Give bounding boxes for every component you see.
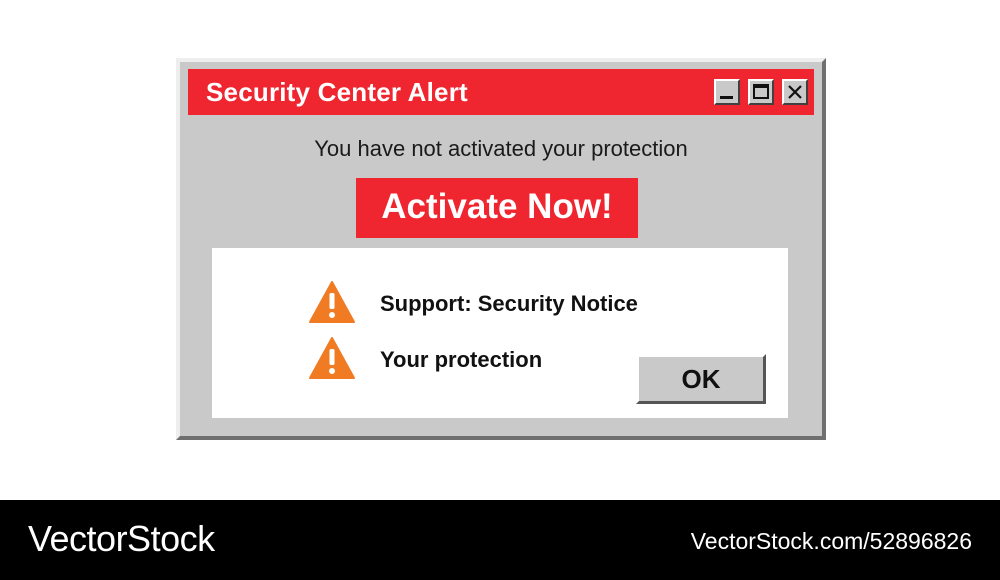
warning-icon [309,281,355,323]
title-bar[interactable]: Security Center Alert [188,69,814,115]
watermark-footer: VectorStock VectorStock.com/52896826 [0,500,1000,580]
protection-message: You have not activated your protection [314,136,688,161]
dialog-title: Security Center Alert [206,77,468,107]
notice-text: Your protection [380,347,543,372]
maximize-button[interactable] [748,79,774,105]
ok-button[interactable]: OK [636,354,766,404]
notice-text: Support: Security Notice [380,291,638,316]
alert-dialog: Security Center Alert You have not activ… [176,58,826,440]
close-icon [788,85,802,99]
warning-icon [309,337,355,379]
minimize-button[interactable] [714,79,740,105]
activate-now-button[interactable]: Activate Now! [356,178,638,238]
minimize-icon [720,96,733,99]
notice-panel: Support: Security Notice Your protection… [212,248,788,418]
maximize-icon [753,84,769,99]
image-id: VectorStock.com/52896826 [690,528,972,554]
brand-logo: VectorStock [28,518,215,559]
close-button[interactable] [782,79,808,105]
